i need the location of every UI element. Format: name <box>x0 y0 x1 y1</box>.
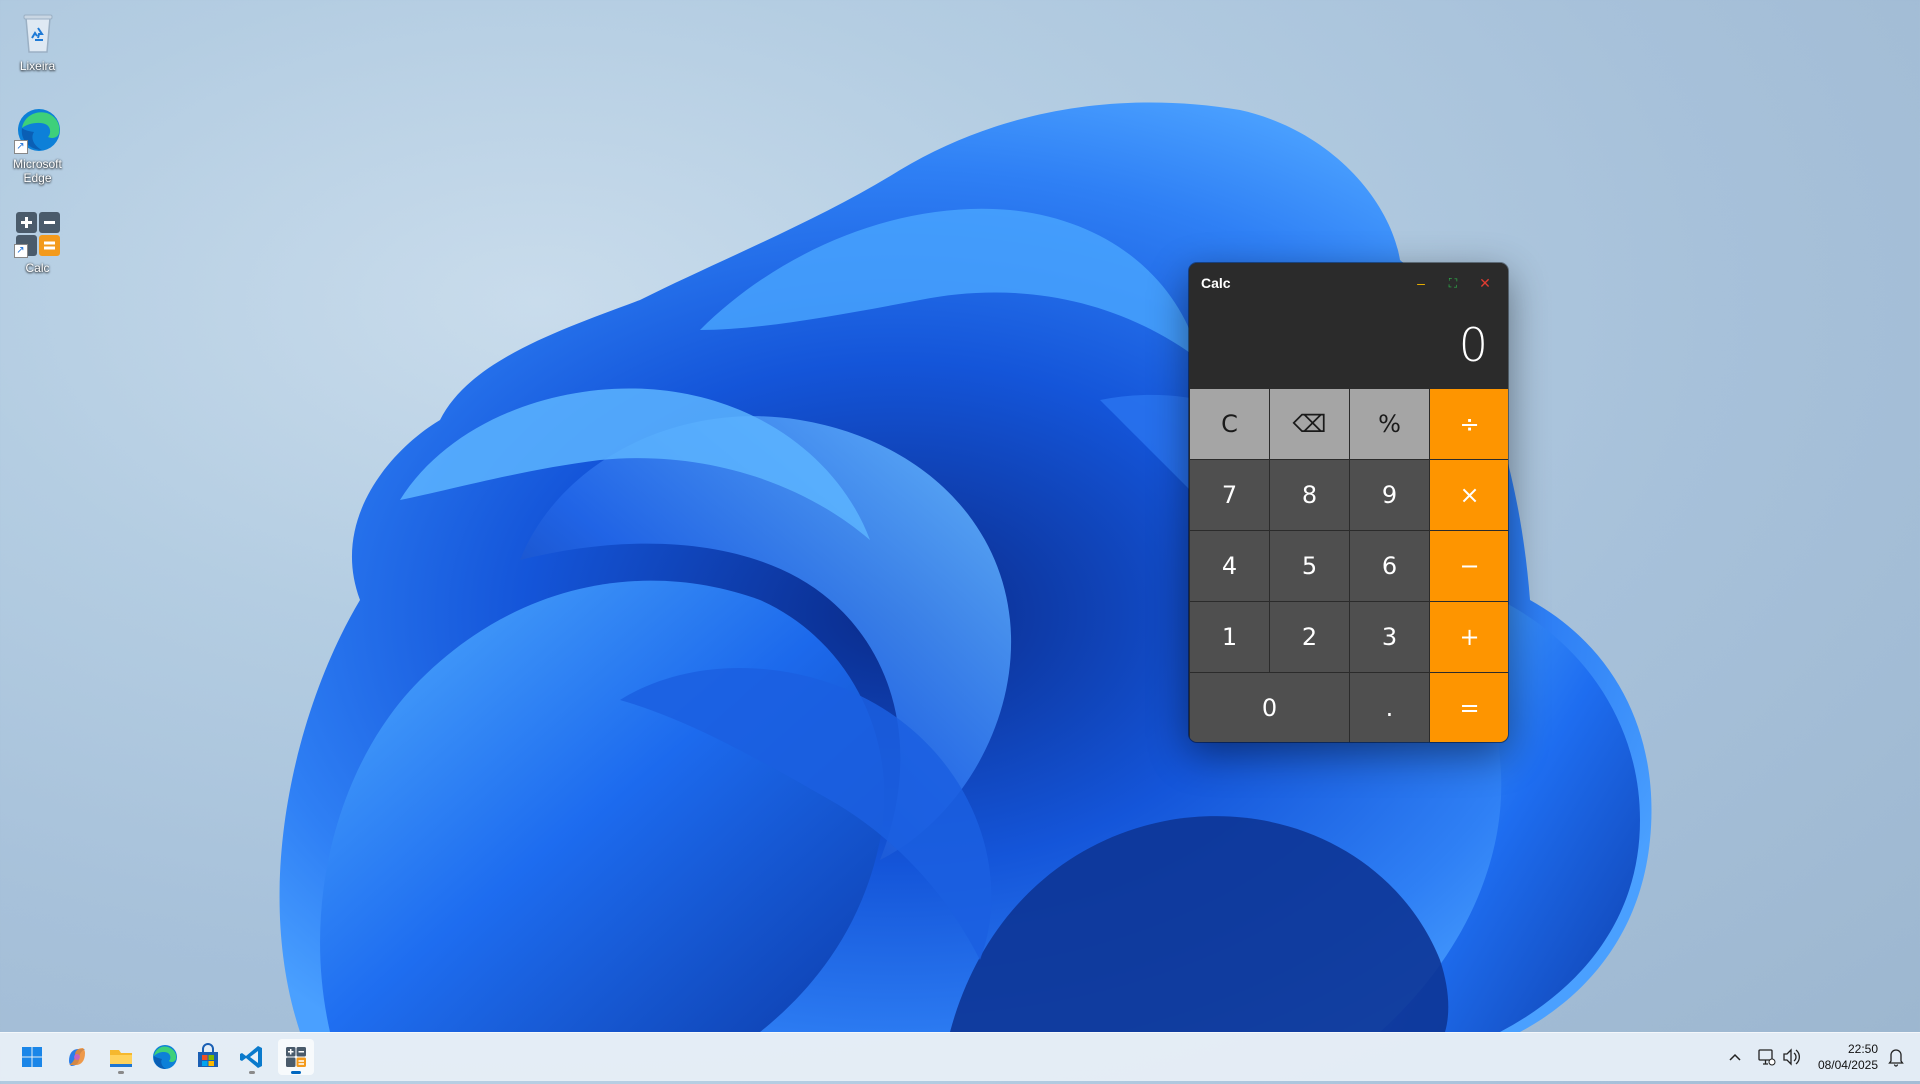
clear-button[interactable]: C <box>1190 389 1269 459</box>
network-icon <box>1758 1049 1776 1066</box>
edge-icon <box>153 1045 177 1069</box>
taskbar-clock[interactable]: 22:50 08/04/2025 <box>1818 1041 1878 1073</box>
subtract-button[interactable]: − <box>1430 531 1508 601</box>
taskbar-calc[interactable] <box>278 1039 314 1075</box>
decimal-button[interactable]: . <box>1350 673 1429 742</box>
windows-logo-icon <box>22 1047 42 1067</box>
multiply-button[interactable]: × <box>1430 460 1508 530</box>
minimize-button[interactable]: – <box>1407 269 1435 297</box>
running-indicator <box>249 1071 255 1074</box>
running-indicator <box>118 1071 124 1074</box>
active-indicator <box>291 1071 301 1074</box>
start-button[interactable] <box>14 1039 50 1075</box>
close-button[interactable]: ✕ <box>1471 269 1499 297</box>
taskbar-vscode[interactable] <box>234 1039 270 1075</box>
desktop-icon-recycle-bin[interactable]: Lixeira <box>0 8 75 73</box>
taskbar: 22:50 08/04/2025 <box>0 1032 1920 1081</box>
backspace-button[interactable]: ⌫ <box>1270 389 1349 459</box>
divide-button[interactable]: ÷ <box>1430 389 1508 459</box>
calculator-icon: ↗ <box>13 210 62 258</box>
store-icon <box>198 1043 218 1067</box>
window-title: Calc <box>1201 275 1231 291</box>
digit-3-button[interactable]: 3 <box>1350 602 1429 672</box>
notification-center-button[interactable] <box>1884 1033 1908 1081</box>
digit-8-button[interactable]: 8 <box>1270 460 1349 530</box>
clock-time: 22:50 <box>1847 1042 1878 1056</box>
calculator-icon <box>286 1047 306 1067</box>
digit-4-button[interactable]: 4 <box>1190 531 1269 601</box>
desktop-icon-calc[interactable]: ↗ Calc <box>0 210 75 275</box>
volume-icon <box>1783 1048 1800 1066</box>
edge-icon: ↗ <box>13 106 62 154</box>
vscode-icon <box>240 1046 262 1068</box>
window-titlebar[interactable]: Calc – ⛶ ✕ <box>1189 263 1508 303</box>
tray-network[interactable] <box>1754 1033 1778 1081</box>
taskbar-store[interactable] <box>190 1039 226 1075</box>
folder-icon <box>110 1050 132 1067</box>
shortcut-arrow-icon: ↗ <box>13 244 28 258</box>
digit-5-button[interactable]: 5 <box>1270 531 1349 601</box>
desktop-icon-edge[interactable]: ↗ Microsoft Edge <box>0 106 75 185</box>
percent-button[interactable]: % <box>1350 389 1429 459</box>
tray-volume[interactable] <box>1779 1033 1803 1081</box>
taskbar-file-explorer[interactable] <box>103 1039 139 1075</box>
digit-1-button[interactable]: 1 <box>1190 602 1269 672</box>
add-button[interactable]: + <box>1430 602 1508 672</box>
clock-date: 08/04/2025 <box>1817 1058 1878 1072</box>
desktop-icon-label: Calc <box>25 261 50 275</box>
digit-2-button[interactable]: 2 <box>1270 602 1349 672</box>
recycle-bin-icon <box>14 8 62 56</box>
chevron-up-icon <box>1729 1053 1741 1061</box>
keypad: C ⌫ % ÷ 7 8 9 × 4 5 6 − 1 2 3 + 0 . = <box>1189 388 1508 742</box>
desktop-icon-label: Lixeira <box>19 59 56 73</box>
calculator-window: Calc – ⛶ ✕ 0 C ⌫ % ÷ 7 8 9 × 4 5 6 − 1 2… <box>1189 263 1508 742</box>
tray-overflow-button[interactable] <box>1723 1033 1747 1081</box>
digit-7-button[interactable]: 7 <box>1190 460 1269 530</box>
equals-button[interactable]: = <box>1430 673 1508 742</box>
digit-6-button[interactable]: 6 <box>1350 531 1429 601</box>
digit-0-button[interactable]: 0 <box>1190 673 1349 742</box>
copilot-icon <box>69 1048 85 1066</box>
desktop-icon-label: Microsoft Edge <box>13 157 62 185</box>
digit-9-button[interactable]: 9 <box>1350 460 1429 530</box>
taskbar-copilot[interactable] <box>59 1039 95 1075</box>
shortcut-arrow-icon: ↗ <box>13 140 28 154</box>
calculator-display: 0 <box>1458 318 1488 372</box>
maximize-button[interactable]: ⛶ <box>1439 269 1467 297</box>
notification-bell-icon <box>1888 1049 1904 1067</box>
desktop-wallpaper <box>279 102 1652 1032</box>
taskbar-edge[interactable] <box>147 1039 183 1075</box>
